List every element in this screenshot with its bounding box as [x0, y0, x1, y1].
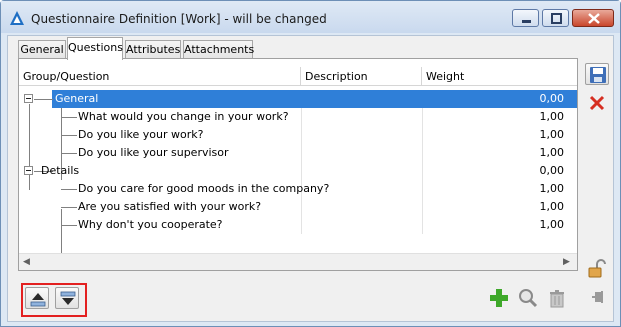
table-row[interactable]: What would you change in your work? 1,00 — [19, 108, 577, 126]
question-label: Why don't you cooperate? — [78, 218, 223, 231]
collapse-icon[interactable] — [24, 166, 33, 175]
close-button[interactable] — [572, 9, 614, 27]
row-weight: 1,00 — [539, 110, 565, 123]
close-icon — [588, 13, 600, 24]
table-row[interactable]: Do you like your work? 1,00 — [19, 126, 577, 144]
trash-icon — [550, 290, 564, 308]
lock-button[interactable] — [585, 257, 609, 281]
pin-icon — [592, 291, 603, 303]
table-row[interactable]: Do you care for good moods in the compan… — [19, 180, 577, 198]
column-header-group-question[interactable]: Group/Question — [19, 67, 301, 86]
scroll-right-icon[interactable]: ▶ — [563, 257, 570, 267]
move-buttons-highlight — [21, 283, 87, 317]
column-header-weight[interactable]: Weight — [422, 67, 577, 86]
app-logo-icon — [10, 11, 24, 25]
group-label: General — [55, 92, 99, 105]
table-row[interactable]: Details 0,00 — [19, 162, 577, 180]
minimize-icon — [522, 20, 531, 23]
question-label: Do you like your supervisor — [78, 146, 229, 159]
question-label: Are you satisfied with your work? — [78, 200, 262, 213]
scroll-left-icon[interactable]: ◀ — [23, 257, 30, 267]
window-title: Questionnaire Definition [Work] - will b… — [31, 12, 327, 26]
save-icon — [590, 67, 606, 83]
table-row[interactable]: Do you like your supervisor 1,00 — [19, 144, 577, 162]
grid-header: Group/Question Description Weight — [19, 67, 577, 86]
collapse-icon[interactable] — [24, 94, 33, 103]
save-button[interactable] — [585, 63, 609, 85]
group-label: Details — [41, 164, 80, 177]
table-row[interactable]: General 0,00 — [19, 90, 577, 108]
maximize-button[interactable] — [542, 9, 569, 27]
tab-general[interactable]: General — [18, 40, 66, 59]
minimize-button[interactable] — [512, 9, 539, 27]
row-weight: 1,00 — [539, 218, 565, 231]
tab-questions[interactable]: Questions — [67, 37, 123, 60]
row-weight: 1,00 — [539, 182, 565, 195]
title-bar[interactable]: Questionnaire Definition [Work] - will b… — [1, 1, 620, 33]
magnifier-icon — [519, 289, 538, 308]
row-weight: 0,00 — [539, 164, 565, 177]
question-label: Do you care for good moods in the compan… — [78, 182, 330, 195]
question-label: What would you change in your work? — [78, 110, 289, 123]
tab-attachments[interactable]: Attachments — [183, 40, 254, 59]
preview-button[interactable] — [516, 286, 540, 310]
row-weight: 1,00 — [539, 146, 565, 159]
lock-icon — [588, 259, 606, 278]
tab-attributes[interactable]: Attributes — [125, 40, 181, 59]
client-area: General Questions Attributes Attachments… — [7, 35, 614, 322]
column-header-description[interactable]: Description — [301, 67, 422, 86]
questionnaire-window: Questionnaire Definition [Work] - will b… — [0, 0, 621, 327]
cancel-icon — [589, 95, 605, 111]
questions-grid: Group/Question Description Weight Genera… — [18, 58, 578, 271]
add-button[interactable] — [487, 286, 511, 310]
table-row[interactable]: Are you satisfied with your work? 1,00 — [19, 198, 577, 216]
add-icon — [490, 289, 508, 307]
row-weight: 0,00 — [539, 92, 565, 105]
row-weight: 1,00 — [539, 200, 565, 213]
row-weight: 1,00 — [539, 128, 565, 141]
maximize-icon — [551, 13, 562, 24]
cancel-button[interactable] — [585, 92, 609, 116]
pin-button[interactable] — [585, 286, 609, 310]
question-label: Do you like your work? — [78, 128, 204, 141]
table-row[interactable]: Why don't you cooperate? 1,00 — [19, 216, 577, 234]
delete-button[interactable] — [545, 286, 569, 310]
horizontal-scrollbar[interactable]: ◀ ▶ — [19, 253, 577, 270]
